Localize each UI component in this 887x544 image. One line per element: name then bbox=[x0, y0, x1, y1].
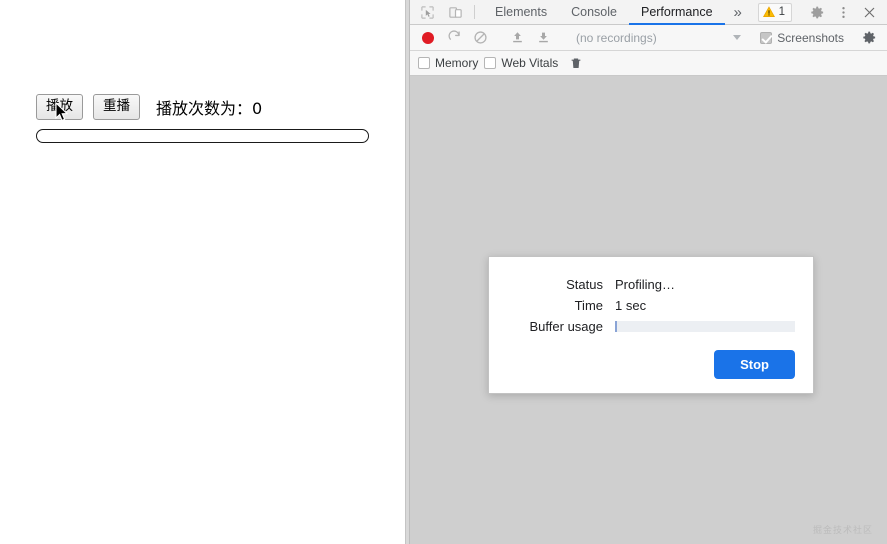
buffer-usage-fill bbox=[615, 321, 617, 332]
close-icon[interactable] bbox=[857, 1, 881, 23]
reload-and-record-button[interactable] bbox=[442, 27, 466, 49]
play-button[interactable]: 播放 bbox=[36, 94, 83, 120]
tab-elements[interactable]: Elements bbox=[483, 0, 559, 24]
web-vitals-checkbox-row[interactable]: Web Vitals bbox=[484, 56, 558, 70]
screenshots-checkbox[interactable] bbox=[760, 31, 773, 44]
warning-count: 1 bbox=[778, 6, 785, 18]
screenshot-root: 播放 重播 播放次数为：0 Elements Console Performan… bbox=[0, 0, 887, 544]
warning-triangle-icon bbox=[762, 6, 775, 17]
memory-checkbox[interactable] bbox=[418, 57, 430, 69]
load-profile-button[interactable] bbox=[505, 27, 529, 49]
save-profile-icon bbox=[538, 32, 548, 43]
save-profile-button[interactable] bbox=[531, 27, 555, 49]
reload-and-record-icon bbox=[447, 30, 460, 40]
devtools-panel: Elements Console Performance » 1 (no rec… bbox=[410, 0, 887, 544]
record-circle-icon bbox=[422, 31, 434, 44]
load-profile-icon bbox=[512, 32, 522, 43]
capture-settings-toolbar: Memory Web Vitals bbox=[410, 51, 887, 76]
status-value: Profiling… bbox=[615, 277, 675, 292]
screenshots-label: Screenshots bbox=[777, 30, 844, 45]
capture-settings-button[interactable] bbox=[857, 27, 881, 49]
chevron-down-icon bbox=[733, 35, 742, 40]
tab-console[interactable]: Console bbox=[559, 0, 629, 24]
tabbar-divider bbox=[474, 5, 475, 19]
clear-recording-button[interactable] bbox=[468, 27, 492, 49]
time-label: Time bbox=[574, 298, 603, 313]
tabbar-right-group: 1 bbox=[757, 0, 887, 24]
dialog-row-status: Status Profiling… bbox=[507, 277, 795, 292]
watermark: 掘金技术社区 bbox=[812, 526, 873, 536]
performance-empty-area: Status Profiling… Time 1 sec Buffer usag… bbox=[410, 76, 887, 544]
profiling-dialog: Status Profiling… Time 1 sec Buffer usag… bbox=[488, 256, 814, 394]
kebab-menu-icon[interactable] bbox=[831, 1, 855, 23]
record-button[interactable] bbox=[416, 27, 440, 49]
inspect-element-icon[interactable] bbox=[416, 2, 438, 22]
status-label: Status bbox=[566, 277, 603, 292]
warning-badge[interactable]: 1 bbox=[757, 2, 792, 22]
time-value: 1 sec bbox=[615, 298, 647, 313]
gear-icon[interactable] bbox=[805, 1, 829, 23]
progress-bar bbox=[36, 129, 369, 143]
dialog-actions: Stop bbox=[507, 350, 795, 379]
page-controls: 播放 重播 播放次数为：0 bbox=[36, 94, 262, 120]
memory-checkbox-row[interactable]: Memory bbox=[418, 56, 478, 70]
buffer-usage-label: Buffer usage bbox=[529, 319, 603, 334]
performance-toolbar: (no recordings) Screenshots bbox=[410, 25, 887, 51]
recordings-value: (no recordings) bbox=[576, 30, 657, 45]
screenshots-checkbox-row[interactable]: Screenshots bbox=[760, 31, 844, 45]
devtools-tabs: Elements Console Performance » bbox=[483, 0, 751, 25]
more-tabs-icon[interactable]: » bbox=[725, 0, 751, 24]
recordings-dropdown[interactable]: (no recordings) bbox=[568, 31, 747, 45]
trash-icon bbox=[571, 57, 581, 68]
play-count-text: 播放次数为：0 bbox=[156, 99, 263, 118]
web-vitals-checkbox[interactable] bbox=[484, 57, 497, 69]
web-page-pane: 播放 重播 播放次数为：0 bbox=[0, 0, 405, 544]
device-toolbar-icon[interactable] bbox=[444, 2, 466, 22]
stop-button[interactable]: Stop bbox=[714, 350, 795, 379]
tab-performance[interactable]: Performance bbox=[628, 0, 725, 25]
clear-recording-icon bbox=[473, 31, 487, 44]
web-vitals-label: Web Vitals bbox=[501, 56, 559, 70]
replay-button[interactable]: 重播 bbox=[93, 94, 140, 120]
memory-label: Memory bbox=[435, 56, 479, 70]
dialog-row-buffer: Buffer usage bbox=[507, 319, 795, 334]
buffer-usage-track bbox=[615, 321, 795, 332]
gear-icon bbox=[862, 31, 875, 44]
tabbar-left-icons bbox=[410, 0, 470, 24]
devtools-tabbar: Elements Console Performance » 1 bbox=[410, 0, 887, 25]
clear-button[interactable] bbox=[564, 52, 588, 74]
dialog-row-time: Time 1 sec bbox=[507, 298, 795, 313]
progress-track bbox=[36, 129, 369, 143]
